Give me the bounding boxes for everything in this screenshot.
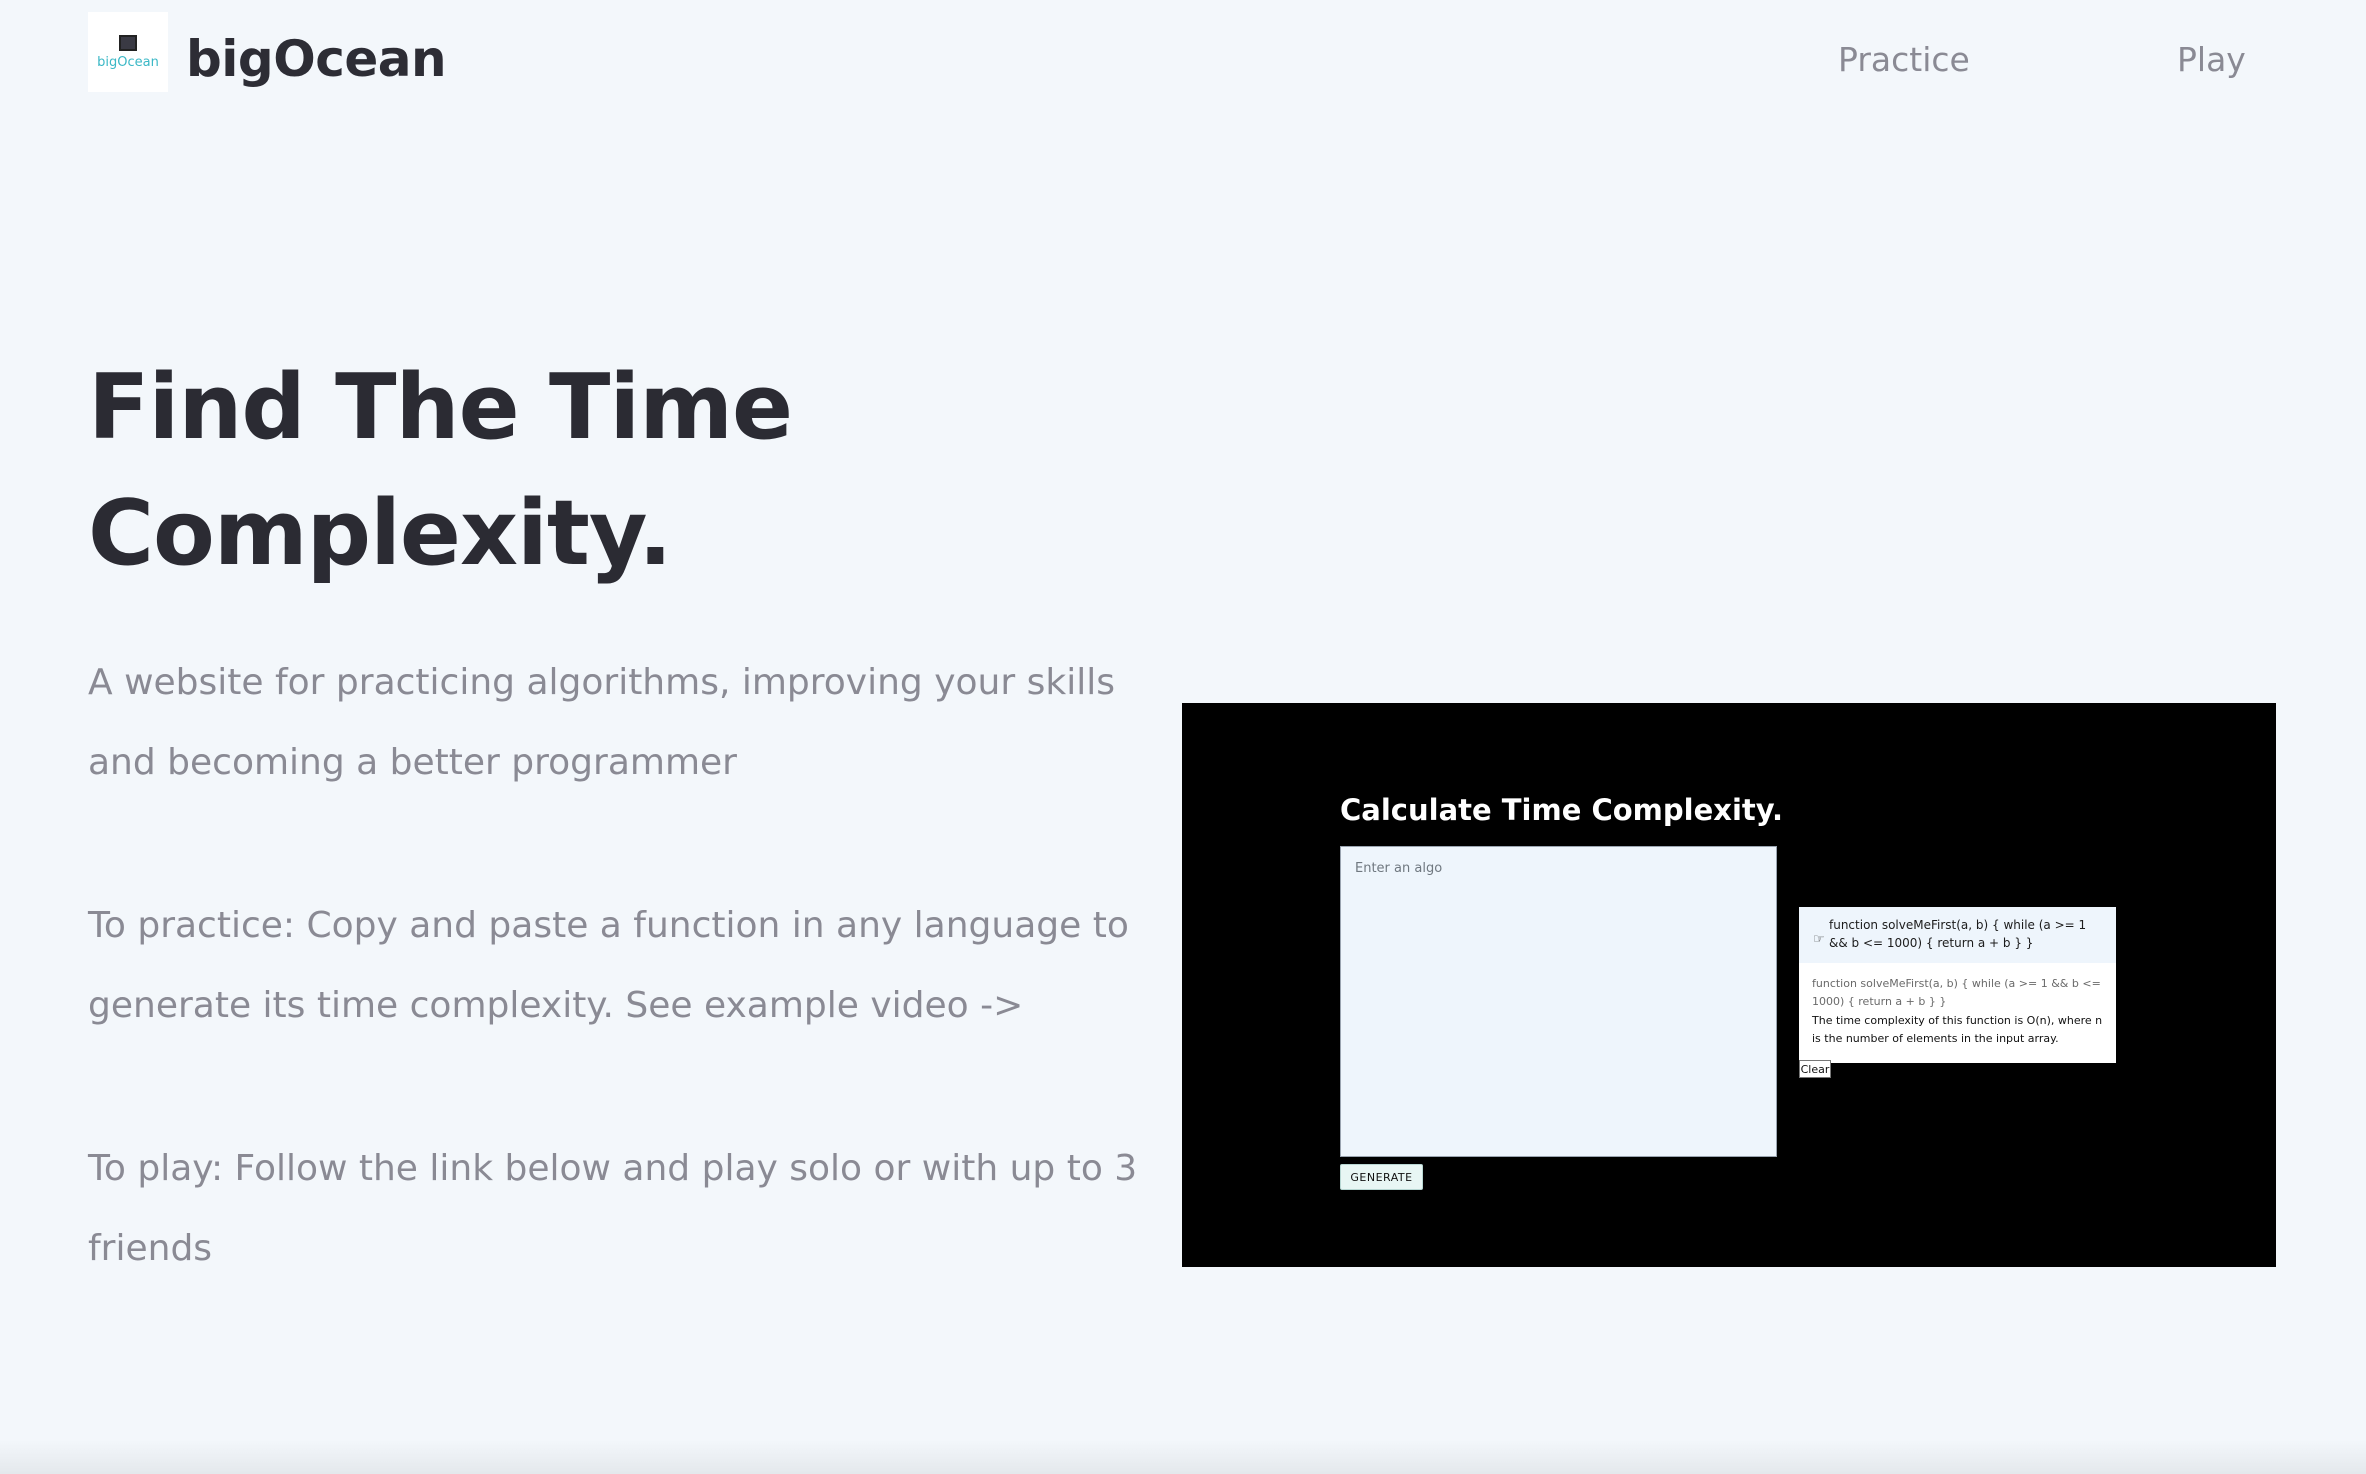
generate-button[interactable]: GENERATE	[1340, 1164, 1423, 1190]
logo-text: bigOcean	[97, 54, 159, 70]
result-function: ☞ function solveMeFirst(a, b) { while (a…	[1799, 907, 2116, 963]
logo-icon	[119, 34, 137, 51]
brand-name[interactable]: bigOcean	[186, 30, 447, 88]
clear-button[interactable]: Clear	[1799, 1060, 1831, 1078]
hero-intro: A website for practicing algorithms, imp…	[88, 662, 1115, 783]
nav-play-link[interactable]: Play	[2177, 40, 2246, 79]
result-answer: The time complexity of this function is …	[1812, 1014, 2103, 1045]
result-echo: function solveMeFirst(a, b) { while (a >…	[1812, 977, 2101, 1008]
hero-title: Find The Time Complexity.	[88, 355, 793, 586]
nav-practice-link[interactable]: Practice	[1838, 40, 1970, 79]
cursor-icon: ☞	[1813, 932, 1825, 947]
demo-title: Calculate Time Complexity.	[1340, 793, 1784, 827]
example-video[interactable]: Calculate Time Complexity. GENERATE ☞ fu…	[1182, 703, 2276, 1267]
result-card: ☞ function solveMeFirst(a, b) { while (a…	[1799, 907, 2116, 1063]
logo[interactable]: bigOcean	[88, 12, 168, 92]
landing-page: bigOcean bigOcean Practice Play Find The…	[0, 0, 2366, 1474]
play-instructions: To play: Follow the link below and play …	[88, 1148, 1138, 1269]
practice-instructions: To practice: Copy and paste a function i…	[88, 905, 1129, 1026]
algo-input[interactable]	[1340, 846, 1777, 1157]
bottom-shadow	[0, 1440, 2366, 1474]
result-function-text: function solveMeFirst(a, b) { while (a >…	[1829, 918, 2087, 950]
